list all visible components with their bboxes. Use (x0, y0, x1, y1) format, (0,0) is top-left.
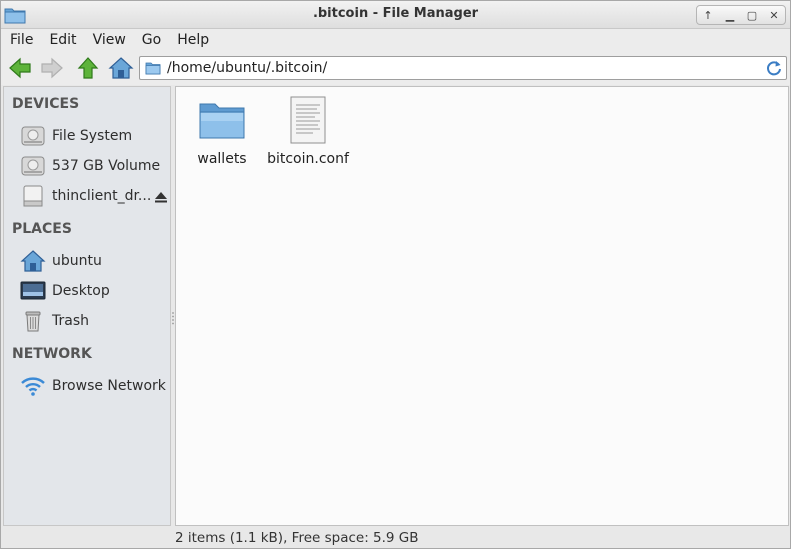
maximize-icon: ▢ (746, 8, 758, 22)
sidebar-item-label: Browse Network (52, 378, 166, 394)
status-bar: 2 items (1.1 kB), Free space: 5.9 GB (175, 528, 419, 548)
file-name: wallets (197, 151, 247, 167)
text-file-icon (284, 95, 332, 145)
minimize-icon: ▁ (725, 8, 735, 22)
location-path[interactable]: /home/ubuntu/.bitcoin/ (167, 60, 765, 76)
location-bar[interactable]: /home/ubuntu/.bitcoin/ (139, 56, 787, 80)
sidebar-item-label: File System (52, 128, 133, 144)
drive-icon (20, 184, 46, 208)
arrow-left-icon (9, 57, 31, 79)
sidebar-item-browse-network[interactable]: Browse Network (20, 373, 170, 399)
maximize-button[interactable]: ▢ (741, 6, 763, 24)
home-icon (20, 249, 46, 273)
arrow-right-icon (41, 57, 63, 79)
sidebar-item-ubuntu[interactable]: ubuntu (20, 248, 170, 274)
up-button[interactable] (75, 55, 101, 81)
wifi-icon (20, 374, 46, 398)
folder-icon (198, 95, 246, 145)
sidebar: DEVICES File System 537 GB Volume thincl… (3, 86, 171, 526)
file-name: bitcoin.conf (267, 151, 349, 167)
toolbar: /home/ubuntu/.bitcoin/ (1, 51, 790, 85)
close-button[interactable]: ✕ (763, 6, 785, 24)
menu-file[interactable]: File (4, 32, 39, 48)
close-icon: ✕ (769, 8, 779, 22)
menu-help[interactable]: Help (171, 32, 215, 48)
section-header-network: NETWORK (12, 346, 92, 362)
file-item-bitcoin-conf[interactable]: bitcoin.conf (265, 95, 351, 167)
sidebar-item-label: thinclient_dr... (52, 188, 152, 204)
back-button[interactable] (7, 55, 33, 81)
sidebar-item-label: Desktop (52, 283, 110, 299)
harddisk-icon (20, 154, 46, 178)
sidebar-item-file-system[interactable]: File System (20, 123, 170, 149)
file-manager-window: .bitcoin - File Manager ↑ ▁ ▢ ✕ File Edi… (0, 0, 791, 549)
sidebar-item-label: 537 GB Volume (52, 158, 161, 174)
home-button[interactable] (108, 55, 134, 81)
sidebar-item-537-gb-volume[interactable]: 537 GB Volume (20, 153, 170, 179)
arrow-up-icon: ↑ (703, 8, 713, 22)
trash-icon (20, 309, 46, 333)
sidebar-item-label: ubuntu (52, 253, 102, 269)
file-item-wallets[interactable]: wallets (179, 95, 265, 167)
section-header-devices: DEVICES (12, 96, 80, 112)
minimize-button[interactable]: ▁ (719, 6, 741, 24)
arrow-up-icon (77, 57, 99, 79)
window-title: .bitcoin - File Manager (312, 6, 479, 21)
file-view[interactable]: wallets bitcoin.conf (175, 86, 789, 526)
eject-icon[interactable] (154, 190, 168, 204)
reload-icon[interactable] (765, 59, 783, 77)
desktop-icon (20, 279, 46, 303)
window-controls: ↑ ▁ ▢ ✕ (696, 5, 786, 25)
shade-button[interactable]: ↑ (697, 6, 719, 24)
title-bar[interactable]: .bitcoin - File Manager ↑ ▁ ▢ ✕ (1, 1, 790, 29)
status-text: 2 items (1.1 kB), Free space: 5.9 GB (175, 530, 419, 546)
section-header-places: PLACES (12, 221, 72, 237)
menu-go[interactable]: Go (136, 32, 167, 48)
sidebar-item-desktop[interactable]: Desktop (20, 278, 170, 304)
menu-view[interactable]: View (87, 32, 132, 48)
menu-bar: File Edit View Go Help (1, 29, 790, 51)
folder-icon (145, 62, 161, 75)
sidebar-item-label: Trash (52, 313, 89, 329)
forward-button[interactable] (39, 55, 65, 81)
menu-edit[interactable]: Edit (43, 32, 82, 48)
harddisk-icon (20, 124, 46, 148)
sidebar-item-trash[interactable]: Trash (20, 308, 170, 334)
home-icon (108, 57, 134, 79)
sidebar-item-thinclient-drives[interactable]: thinclient_dr... (20, 183, 170, 209)
